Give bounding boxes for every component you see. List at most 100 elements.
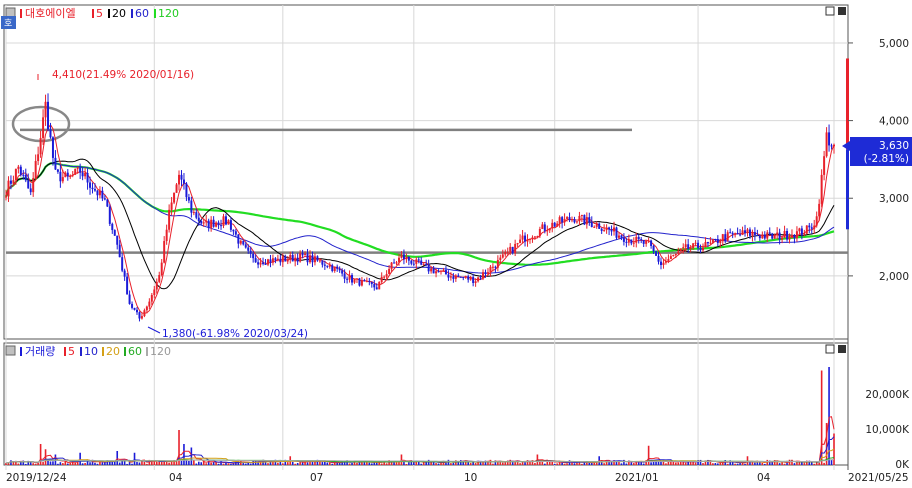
price-pane-icon[interactable] <box>5 7 16 18</box>
volume-bar <box>573 463 576 465</box>
ma5-label: 5 <box>96 7 103 20</box>
candle-body <box>249 250 252 254</box>
candle-body <box>511 246 514 254</box>
candle-body <box>501 254 504 258</box>
candle-body <box>150 295 153 302</box>
candle-body <box>694 242 697 244</box>
vol-ma20-chip <box>102 347 104 356</box>
volume-bar <box>188 461 190 465</box>
vol-ma60-label: 60 <box>128 345 142 358</box>
volume-bar <box>736 463 739 465</box>
price-tick-label: 5,000 <box>879 38 909 50</box>
volume-bar <box>138 462 141 465</box>
candle-body <box>484 272 487 274</box>
volume-bar <box>326 462 329 465</box>
title-color-chip <box>20 9 22 18</box>
candle-body <box>269 259 272 263</box>
volume-tick-label: 20,000K <box>865 389 910 401</box>
candle-body <box>84 172 87 177</box>
candle-body <box>113 230 116 236</box>
candle-body <box>368 280 371 282</box>
candle-body <box>449 276 452 278</box>
candle-body <box>768 232 771 234</box>
candle-body <box>729 232 732 234</box>
candle-body <box>254 258 257 263</box>
volume-bar <box>783 463 786 465</box>
price-tick-label: 2,000 <box>879 271 909 283</box>
volume-bar <box>69 462 72 465</box>
candle-body <box>830 145 833 147</box>
maximize-pane-icon[interactable] <box>825 6 835 16</box>
volume-bar <box>32 463 34 465</box>
volume-bar <box>502 462 504 465</box>
candle-body <box>27 180 30 189</box>
candle-body <box>343 273 346 279</box>
candle-body <box>496 259 499 268</box>
candle-body <box>338 268 341 271</box>
candle-body <box>467 276 470 280</box>
volume-bar <box>509 459 512 465</box>
volume-bar <box>544 463 546 465</box>
candle-body <box>462 276 465 278</box>
candle-body <box>568 217 571 221</box>
candle-body <box>12 180 15 184</box>
volume-bar <box>126 463 128 465</box>
candle-body <box>175 184 178 193</box>
volume-bar <box>778 463 781 465</box>
candle-body <box>217 222 220 226</box>
candle-body <box>351 275 354 283</box>
x-tick-label: 04 <box>169 472 183 484</box>
candle-body <box>7 180 10 197</box>
maximize-volume-pane-icon[interactable] <box>825 344 835 354</box>
volume-bar <box>118 462 121 465</box>
candle-body <box>304 253 307 256</box>
candle-body <box>224 216 227 225</box>
candle-body <box>306 253 309 263</box>
x-tick-label: 2021/01 <box>615 472 659 484</box>
volume-bar <box>29 462 32 465</box>
volume-bar <box>524 462 526 465</box>
candle-body <box>108 206 111 224</box>
volume-bar <box>675 462 677 465</box>
volume-bar <box>197 461 200 465</box>
volume-bar <box>84 462 86 465</box>
candle-body <box>301 253 304 256</box>
volume-bar <box>361 462 363 465</box>
candle-body <box>598 223 601 229</box>
vol-ma20-label: 20 <box>106 345 120 358</box>
candle-body <box>533 236 536 238</box>
candle-body <box>49 129 52 138</box>
volume-bar <box>650 462 652 465</box>
candle-body <box>820 174 823 204</box>
candle-body <box>664 261 667 263</box>
candle-body <box>22 174 25 176</box>
x-tick-label: 2019/12/24 <box>6 472 67 484</box>
candle-body <box>229 220 232 230</box>
candle-body <box>247 247 250 251</box>
close-volume-pane-icon[interactable] <box>838 345 846 353</box>
volume-bar <box>712 463 714 465</box>
candle-body <box>642 240 645 244</box>
volume-bar <box>324 461 326 465</box>
candle-body <box>44 101 47 118</box>
volume-bar <box>190 447 193 465</box>
candle-body <box>659 261 662 266</box>
candle-body <box>432 268 435 274</box>
close-pane-icon[interactable] <box>838 7 846 15</box>
volume-pane-icon[interactable] <box>5 345 16 356</box>
candle-body <box>32 178 35 193</box>
candle-body <box>447 274 450 278</box>
candle-body <box>652 245 655 252</box>
candle-body <box>66 172 69 177</box>
candle-body <box>504 252 507 255</box>
candle-body <box>454 275 457 279</box>
ma60-chip <box>131 9 133 18</box>
volume-bar <box>37 463 39 465</box>
candle-body <box>397 257 400 263</box>
candle-body <box>126 276 129 295</box>
candle-body <box>682 247 685 249</box>
volume-bar <box>230 463 232 465</box>
candle-body <box>457 275 460 277</box>
ma5-chip <box>92 9 94 18</box>
volume-bar <box>10 460 12 465</box>
